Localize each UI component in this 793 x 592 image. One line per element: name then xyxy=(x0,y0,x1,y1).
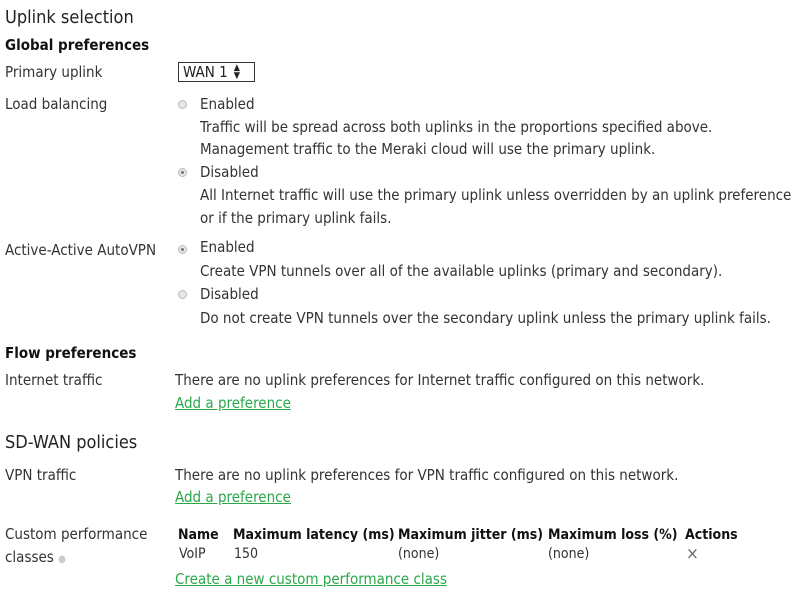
primary-uplink-value: WAN 1 xyxy=(183,63,228,81)
help-icon[interactable]: ● xyxy=(58,554,66,565)
internet-traffic-message: There are no uplink preferences for Inte… xyxy=(175,371,705,389)
col-header-latency: Maximum latency (ms) xyxy=(233,527,395,543)
autovpn-disabled-desc: Do not create VPN tunnels over the secon… xyxy=(200,309,771,327)
page-title: Uplink selection xyxy=(5,7,134,28)
active-active-autovpn-label: Active-Active AutoVPN xyxy=(5,241,157,259)
col-header-loss: Maximum loss (%) xyxy=(548,527,678,543)
primary-uplink-label: Primary uplink xyxy=(5,63,103,81)
load-balancing-enabled-desc-2: Management traffic to the Meraki cloud w… xyxy=(200,140,656,158)
load-balancing-enabled-desc-1: Traffic will be spread across both uplin… xyxy=(200,118,713,136)
custom-performance-label-2-text: classes xyxy=(5,548,54,566)
primary-uplink-select[interactable]: WAN 1 ▲ ▼ xyxy=(178,62,255,82)
load-balancing-disabled-radio[interactable] xyxy=(178,168,187,177)
internet-add-preference-link[interactable]: Add a preference xyxy=(175,394,291,412)
load-balancing-disabled-desc-2: or if the primary uplink fails. xyxy=(200,209,392,227)
autovpn-enabled-desc: Create VPN tunnels over all of the avail… xyxy=(200,262,723,280)
vpn-traffic-message: There are no uplink preferences for VPN … xyxy=(175,466,679,484)
col-header-actions: Actions xyxy=(685,527,738,543)
cell-loss: (none) xyxy=(548,546,590,562)
internet-traffic-label: Internet traffic xyxy=(5,371,103,389)
vpn-add-preference-link[interactable]: Add a preference xyxy=(175,488,291,506)
load-balancing-disabled-label[interactable]: Disabled xyxy=(200,163,259,181)
cell-name: VoIP xyxy=(179,546,206,562)
col-header-name: Name xyxy=(178,527,219,543)
delete-icon[interactable]: × xyxy=(686,544,699,564)
global-preferences-heading: Global preferences xyxy=(5,36,150,54)
autovpn-disabled-label[interactable]: Disabled xyxy=(200,285,259,303)
autovpn-enabled-label[interactable]: Enabled xyxy=(200,238,255,256)
custom-performance-label-1: Custom performance xyxy=(5,525,148,543)
vpn-traffic-label: VPN traffic xyxy=(5,466,77,484)
load-balancing-enabled-label[interactable]: Enabled xyxy=(200,95,255,113)
updown-arrows-icon: ▲ ▼ xyxy=(233,63,240,81)
col-header-jitter: Maximum jitter (ms) xyxy=(398,527,544,543)
autovpn-enabled-radio[interactable] xyxy=(178,245,187,254)
cell-latency: 150 xyxy=(234,546,259,562)
create-performance-class-link[interactable]: Create a new custom performance class xyxy=(175,570,447,588)
sdwan-policies-heading: SD-WAN policies xyxy=(5,432,138,453)
load-balancing-disabled-desc-1: All Internet traffic will use the primar… xyxy=(200,186,792,204)
load-balancing-label: Load balancing xyxy=(5,95,108,113)
flow-preferences-heading: Flow preferences xyxy=(5,344,137,362)
load-balancing-enabled-radio[interactable] xyxy=(178,100,187,109)
autovpn-disabled-radio[interactable] xyxy=(178,290,187,299)
cell-jitter: (none) xyxy=(398,546,440,562)
custom-performance-label-2: classes ● xyxy=(5,548,66,566)
